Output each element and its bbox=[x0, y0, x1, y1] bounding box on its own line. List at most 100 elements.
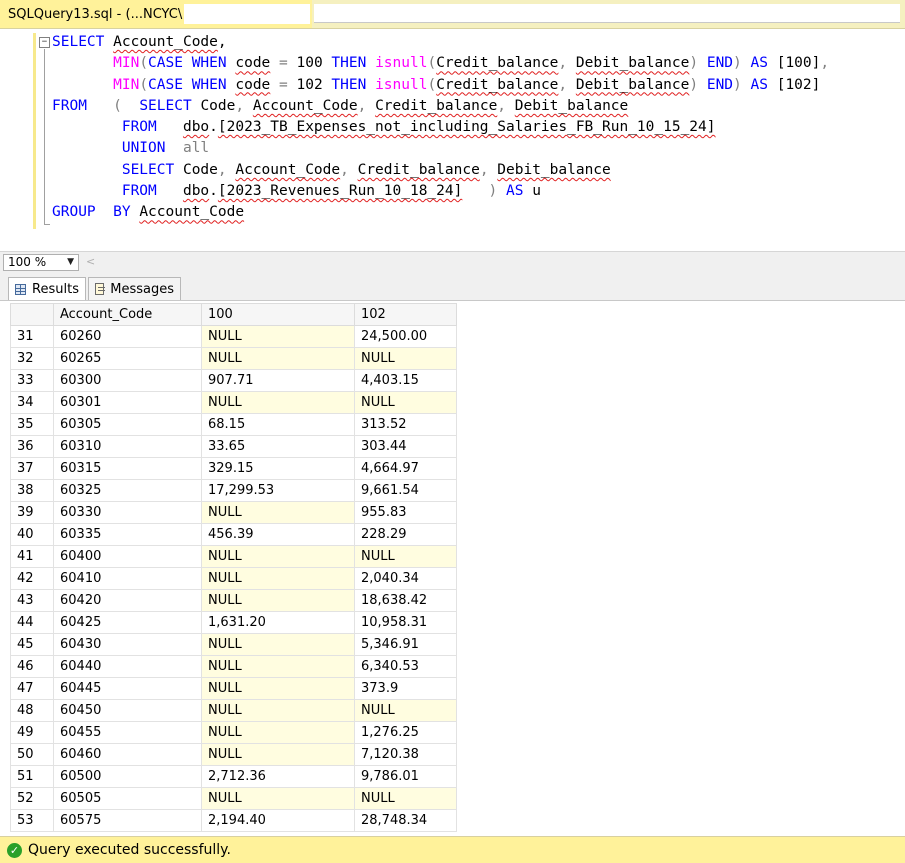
row-number[interactable]: 37 bbox=[10, 457, 54, 480]
table-cell[interactable]: NULL bbox=[201, 567, 355, 590]
table-cell[interactable]: 60325 bbox=[53, 479, 202, 502]
table-row[interactable]: 46 60440 NULL 6,340.53 bbox=[10, 655, 457, 678]
table-cell[interactable]: NULL bbox=[201, 787, 355, 810]
table-row[interactable]: 45 60430 NULL 5,346.91 bbox=[10, 633, 457, 656]
row-number[interactable]: 49 bbox=[10, 721, 54, 744]
table-cell[interactable]: 68.15 bbox=[201, 413, 355, 436]
collapse-icon[interactable]: − bbox=[39, 37, 50, 48]
row-number[interactable]: 32 bbox=[10, 347, 54, 370]
row-number[interactable]: 41 bbox=[10, 545, 54, 568]
table-cell[interactable]: 2,194.40 bbox=[201, 809, 355, 832]
table-cell[interactable]: 373.9 bbox=[354, 677, 457, 700]
table-row[interactable]: 49 60455 NULL 1,276.25 bbox=[10, 721, 457, 744]
table-cell[interactable]: NULL bbox=[201, 347, 355, 370]
code-line[interactable]: GROUP BY Account_Code bbox=[52, 202, 829, 223]
table-row[interactable]: 35 60305 68.15 313.52 bbox=[10, 413, 457, 436]
table-cell[interactable]: 4,403.15 bbox=[354, 369, 457, 392]
table-cell[interactable]: 10,958.31 bbox=[354, 611, 457, 634]
tab-messages[interactable]: Messages bbox=[88, 277, 181, 300]
table-cell[interactable]: NULL bbox=[201, 325, 355, 348]
table-cell[interactable]: 9,786.01 bbox=[354, 765, 457, 788]
table-cell[interactable]: 60460 bbox=[53, 743, 202, 766]
table-cell[interactable]: NULL bbox=[201, 699, 355, 722]
table-row[interactable]: 43 60420 NULL 18,638.42 bbox=[10, 589, 457, 612]
table-cell[interactable]: 7,120.38 bbox=[354, 743, 457, 766]
table-cell[interactable]: 60265 bbox=[53, 347, 202, 370]
row-number[interactable]: 31 bbox=[10, 325, 54, 348]
table-cell[interactable]: 60315 bbox=[53, 457, 202, 480]
sql-code[interactable]: SELECT Account_Code, MIN(CASE WHEN code … bbox=[52, 32, 829, 224]
table-cell[interactable]: NULL bbox=[201, 501, 355, 524]
row-number[interactable]: 35 bbox=[10, 413, 54, 436]
column-header-102[interactable]: 102 bbox=[354, 303, 457, 326]
dropdown-arrow-icon[interactable]: ▼ bbox=[67, 255, 74, 270]
column-header-100[interactable]: 100 bbox=[201, 303, 355, 326]
table-row[interactable]: 48 60450 NULL NULL bbox=[10, 699, 457, 722]
table-row[interactable]: 51 60500 2,712.36 9,786.01 bbox=[10, 765, 457, 788]
query-editor[interactable]: − SELECT Account_Code, MIN(CASE WHEN cod… bbox=[0, 29, 905, 251]
table-cell[interactable]: NULL bbox=[354, 391, 457, 414]
table-cell[interactable]: 18,638.42 bbox=[354, 589, 457, 612]
table-row[interactable]: 37 60315 329.15 4,664.97 bbox=[10, 457, 457, 480]
table-cell[interactable]: NULL bbox=[354, 347, 457, 370]
table-cell[interactable]: 60455 bbox=[53, 721, 202, 744]
table-cell[interactable]: NULL bbox=[201, 743, 355, 766]
table-cell[interactable]: 60310 bbox=[53, 435, 202, 458]
code-line[interactable]: SELECT Code, Account_Code, Credit_balanc… bbox=[52, 160, 829, 181]
table-cell[interactable]: 60575 bbox=[53, 809, 202, 832]
table-cell[interactable]: 2,040.34 bbox=[354, 567, 457, 590]
table-cell[interactable]: 60450 bbox=[53, 699, 202, 722]
table-cell[interactable]: 60425 bbox=[53, 611, 202, 634]
row-number[interactable]: 53 bbox=[10, 809, 54, 832]
table-cell[interactable]: 60500 bbox=[53, 765, 202, 788]
corner-header[interactable] bbox=[10, 303, 54, 326]
row-number[interactable]: 33 bbox=[10, 369, 54, 392]
table-cell[interactable]: NULL bbox=[201, 721, 355, 744]
row-number[interactable]: 43 bbox=[10, 589, 54, 612]
row-number[interactable]: 47 bbox=[10, 677, 54, 700]
table-cell[interactable]: 60445 bbox=[53, 677, 202, 700]
row-number[interactable]: 50 bbox=[10, 743, 54, 766]
results-grid[interactable]: Account_Code 100 102 31 60260 NULL 24,500.0… bbox=[0, 301, 905, 836]
tab-results[interactable]: Results bbox=[8, 277, 86, 300]
table-cell[interactable]: 60400 bbox=[53, 545, 202, 568]
table-cell[interactable]: 60301 bbox=[53, 391, 202, 414]
row-number[interactable]: 40 bbox=[10, 523, 54, 546]
table-cell[interactable]: NULL bbox=[354, 545, 457, 568]
table-cell[interactable]: 60410 bbox=[53, 567, 202, 590]
table-row[interactable]: 33 60300 907.71 4,403.15 bbox=[10, 369, 457, 392]
table-cell[interactable]: 955.83 bbox=[354, 501, 457, 524]
table-cell[interactable]: NULL bbox=[354, 699, 457, 722]
table-cell[interactable]: 17,299.53 bbox=[201, 479, 355, 502]
table-row[interactable]: 31 60260 NULL 24,500.00 bbox=[10, 325, 457, 348]
table-cell[interactable]: 33.65 bbox=[201, 435, 355, 458]
table-cell[interactable]: 303.44 bbox=[354, 435, 457, 458]
scroll-left-icon[interactable]: < bbox=[86, 255, 95, 268]
table-cell[interactable]: 329.15 bbox=[201, 457, 355, 480]
table-cell[interactable]: 6,340.53 bbox=[354, 655, 457, 678]
table-cell[interactable]: 4,664.97 bbox=[354, 457, 457, 480]
table-cell[interactable]: 60330 bbox=[53, 501, 202, 524]
table-row[interactable]: 47 60445 NULL 373.9 bbox=[10, 677, 457, 700]
table-cell[interactable]: NULL bbox=[201, 589, 355, 612]
table-cell[interactable]: 9,661.54 bbox=[354, 479, 457, 502]
table-cell[interactable]: 313.52 bbox=[354, 413, 457, 436]
row-number[interactable]: 39 bbox=[10, 501, 54, 524]
row-number[interactable]: 51 bbox=[10, 765, 54, 788]
row-number[interactable]: 46 bbox=[10, 655, 54, 678]
table-row[interactable]: 41 60400 NULL NULL bbox=[10, 545, 457, 568]
table-cell[interactable]: NULL bbox=[201, 391, 355, 414]
table-cell[interactable]: 60505 bbox=[53, 787, 202, 810]
table-row[interactable]: 40 60335 456.39 228.29 bbox=[10, 523, 457, 546]
table-cell[interactable]: 60420 bbox=[53, 589, 202, 612]
row-number[interactable]: 52 bbox=[10, 787, 54, 810]
table-cell[interactable]: 24,500.00 bbox=[354, 325, 457, 348]
row-number[interactable]: 45 bbox=[10, 633, 54, 656]
table-cell[interactable]: 60300 bbox=[53, 369, 202, 392]
column-header-account-code[interactable]: Account_Code bbox=[53, 303, 202, 326]
table-row[interactable]: 53 60575 2,194.40 28,748.34 bbox=[10, 809, 457, 832]
table-cell[interactable]: 5,346.91 bbox=[354, 633, 457, 656]
table-cell[interactable]: NULL bbox=[201, 677, 355, 700]
table-cell[interactable]: 456.39 bbox=[201, 523, 355, 546]
row-number[interactable]: 48 bbox=[10, 699, 54, 722]
